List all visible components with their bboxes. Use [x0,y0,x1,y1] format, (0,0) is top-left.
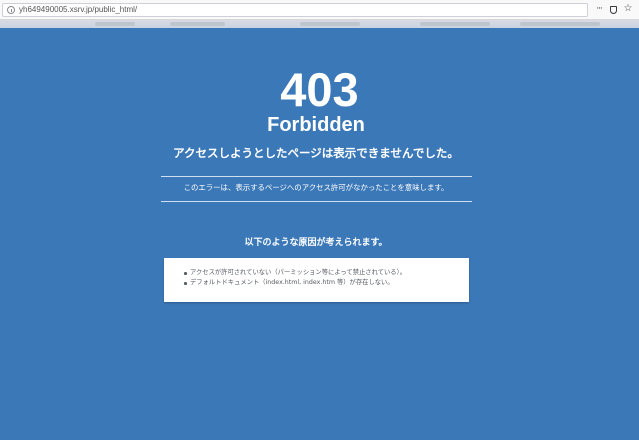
cause-item: アクセスが許可されていない（パーミッション等によって禁止されている）。 [184,268,469,278]
error-title: Forbidden [267,114,365,136]
divider-top [161,176,472,177]
error-message: アクセスしようとしたページは表示できませんでした。 [173,146,459,160]
page-actions-menu-icon[interactable] [594,4,604,14]
browser-toolbar: yh649490005.xsrv.jp/public_html/ [0,0,639,20]
address-bar[interactable]: yh649490005.xsrv.jp/public_html/ [2,3,588,17]
error-detail: このエラーは、表示するページへのアクセス許可がなかったことを意味します。 [183,183,449,192]
error-code: 403 [280,63,359,116]
cause-item: デフォルトドキュメント（index.html, index.htm 等）が存在し… [184,278,469,288]
blurred-bookmarks-strip [0,20,639,28]
url-text[interactable]: yh649490005.xsrv.jp/public_html/ [19,4,137,16]
error-page: 403 Forbidden アクセスしようとしたページは表示できませんでした。 … [0,28,639,440]
toolbar-icons [594,4,633,14]
bookmark-star-icon[interactable] [623,4,633,14]
causes-box: アクセスが許可されていない（パーミッション等によって禁止されている）。 デフォル… [164,258,469,302]
pocket-shield-icon[interactable] [610,5,617,14]
causes-list: アクセスが許可されていない（パーミッション等によって禁止されている）。 デフォル… [184,268,469,288]
causes-heading: 以下のような原因が考えられます。 [244,238,388,248]
divider-bottom [161,201,472,202]
info-icon[interactable] [7,6,15,14]
